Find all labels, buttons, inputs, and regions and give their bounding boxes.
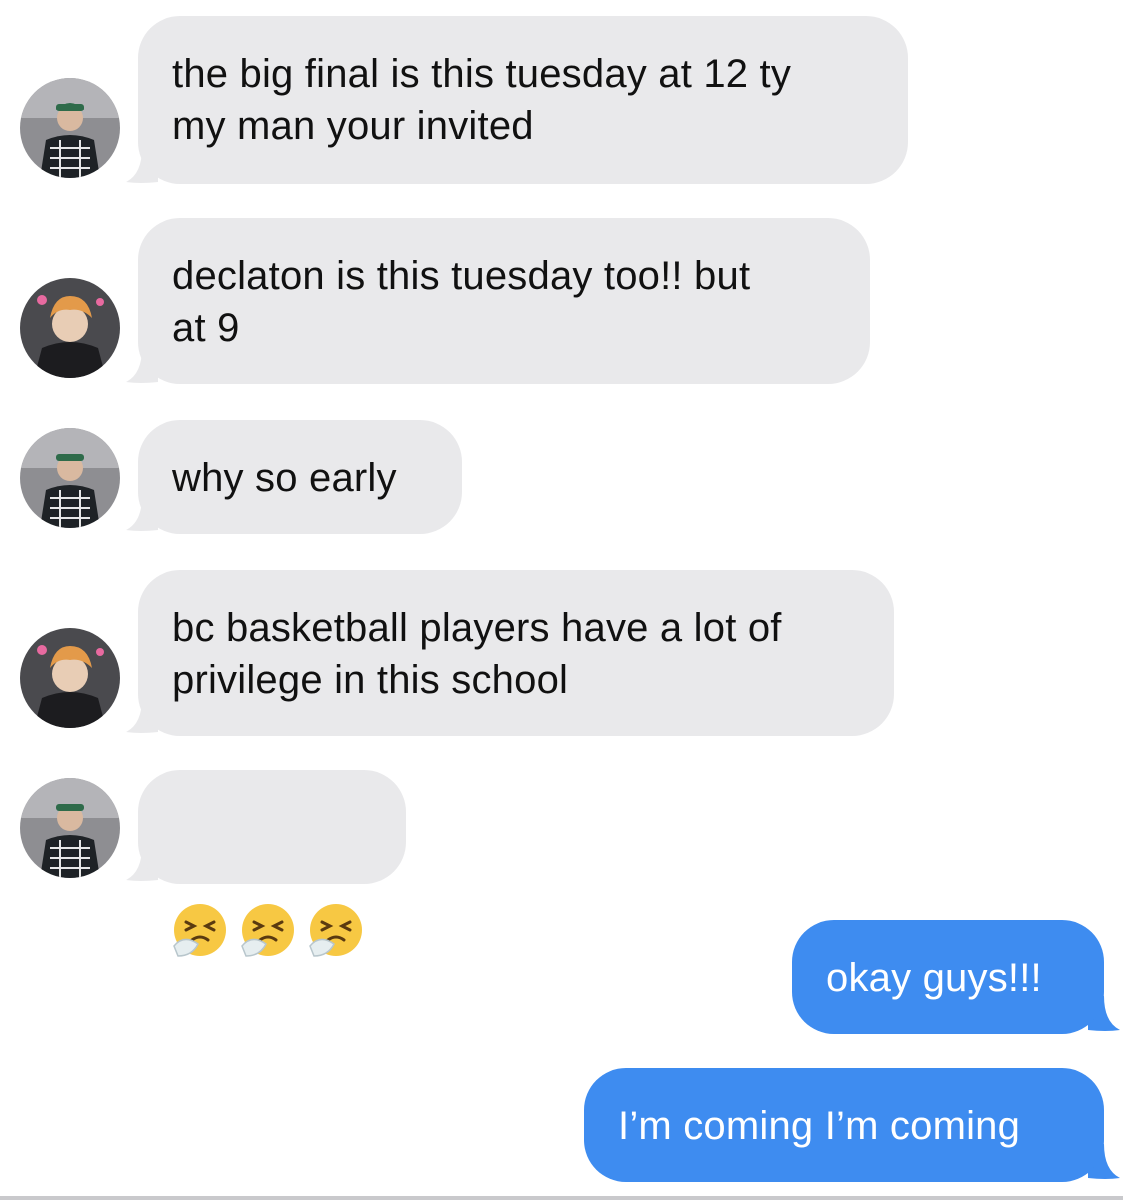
sneezing-face-emoji-icon: [238, 848, 298, 1012]
bottom-divider: [0, 1196, 1123, 1200]
avatar-green-cap-icon[interactable]: [20, 428, 120, 528]
avatar-green-cap-icon[interactable]: [20, 778, 120, 878]
message-bubble-outgoing[interactable]: okay guys!!!: [792, 920, 1104, 1034]
message-bubble-incoming[interactable]: the big final is this tuesday at 12 ty m…: [138, 16, 908, 184]
message-bubble-incoming[interactable]: declaton is this tuesday too!! but at 9: [138, 218, 870, 384]
sneezing-face-emoji-icon: [306, 848, 366, 1012]
avatar-orange-hair-icon[interactable]: [20, 278, 120, 378]
message-bubble-incoming[interactable]: bc basketball players have a lot of priv…: [138, 570, 894, 736]
message-bubble-outgoing[interactable]: I’m coming I’m coming: [584, 1068, 1104, 1182]
emoji-group: [170, 848, 374, 1012]
message-bubble-incoming[interactable]: [138, 770, 406, 957]
sneezing-face-emoji-icon: [170, 848, 230, 1012]
message-bubble-incoming[interactable]: why so early: [138, 420, 462, 534]
avatar-green-cap-icon[interactable]: [20, 78, 120, 178]
avatar-orange-hair-icon[interactable]: [20, 628, 120, 728]
